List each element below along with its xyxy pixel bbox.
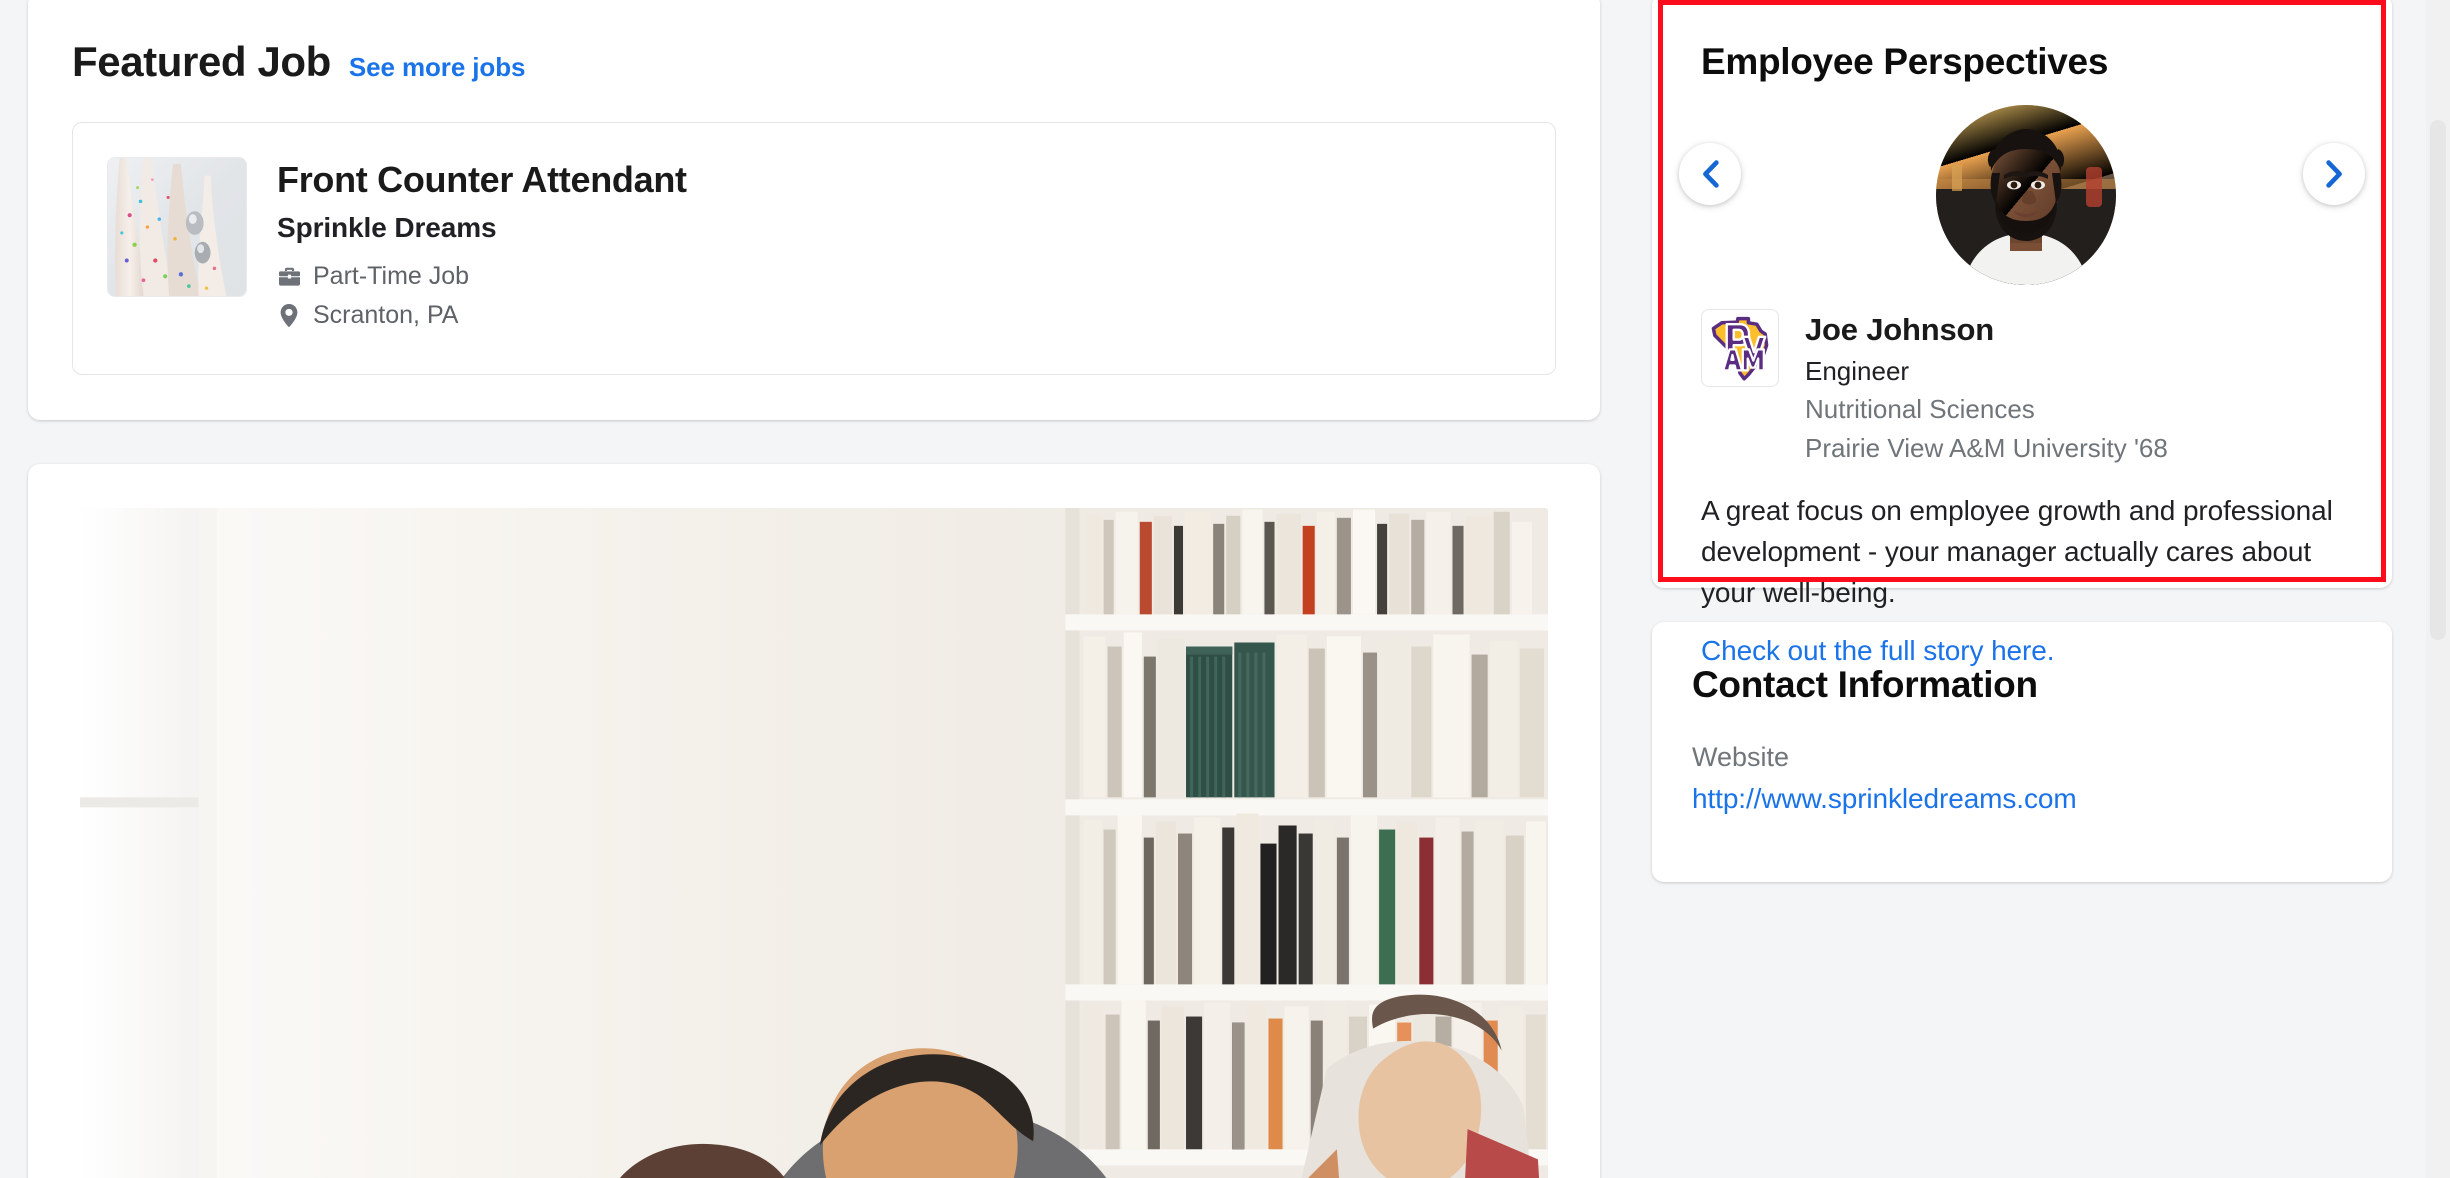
job-employment-type: Part-Time Job (313, 262, 470, 291)
website-label: Website (1692, 742, 1790, 772)
job-listing-row[interactable]: Front Counter Attendant Sprinkle Dreams … (72, 122, 1556, 376)
employee-school: Prairie View A&M University '68 (1805, 432, 2168, 463)
contact-information-title: Contact Information (1692, 664, 2038, 705)
sidebar-column: Employee Perspectives Joe Johnson Engine… (1652, 0, 2392, 1178)
perspectives-carousel (1679, 105, 2365, 295)
employee-avatar (1936, 105, 2116, 285)
job-employment-type-row: Part-Time Job (277, 262, 687, 291)
employee-perspectives-title: Employee Perspectives (1701, 41, 2109, 82)
page-root: Featured Job See more jobs Front Counter… (0, 0, 2450, 1178)
map-pin-icon (277, 304, 301, 328)
employee-perspectives-highlight: Employee Perspectives Joe Johnson Engine… (1658, 0, 2386, 666)
job-title: Front Counter Attendant (277, 159, 687, 200)
media-photo-card (28, 464, 1600, 1178)
job-thumbnail (107, 157, 247, 297)
employee-name: Joe Johnson (1805, 312, 1994, 347)
briefcase-icon (277, 265, 301, 289)
job-location-row: Scranton, PA (277, 301, 687, 330)
see-more-jobs-link[interactable]: See more jobs (349, 52, 526, 83)
scrollbar-thumb[interactable] (2430, 120, 2446, 640)
chevron-left-icon (1700, 160, 1720, 188)
employee-profile: Joe Johnson Engineer Nutritional Science… (1701, 309, 2343, 465)
employee-perspectives-card: Employee Perspectives Joe Johnson Engine… (1652, 0, 2392, 666)
employee-role: Engineer (1805, 355, 1910, 386)
employee-text-block: Joe Johnson Engineer Nutritional Science… (1805, 309, 2168, 465)
page-scrollbar[interactable] (2426, 0, 2450, 1178)
featured-job-card: Featured Job See more jobs Front Counter… (28, 0, 1600, 420)
website-link[interactable]: http://www.sprinkledreams.com (1692, 783, 2077, 814)
chevron-right-icon (2324, 160, 2344, 188)
featured-job-title: Featured Job (72, 38, 331, 85)
job-location: Scranton, PA (313, 301, 459, 330)
job-company: Sprinkle Dreams (277, 212, 497, 244)
main-content-column: Featured Job See more jobs Front Counter… (28, 0, 1600, 1178)
employee-major: Nutritional Sciences (1805, 394, 2035, 425)
job-details: Front Counter Attendant Sprinkle Dreams … (277, 157, 687, 340)
featured-job-header: Featured Job See more jobs (72, 38, 1556, 86)
carousel-next-button[interactable] (2303, 143, 2365, 205)
full-story-link[interactable]: Check out the full story here. (1701, 635, 2055, 667)
prairie-view-am-logo (1701, 309, 1779, 387)
employee-quote: A great focus on employee growth and pro… (1701, 495, 2333, 608)
carousel-prev-button[interactable] (1679, 143, 1741, 205)
company-photo (80, 508, 1548, 1178)
